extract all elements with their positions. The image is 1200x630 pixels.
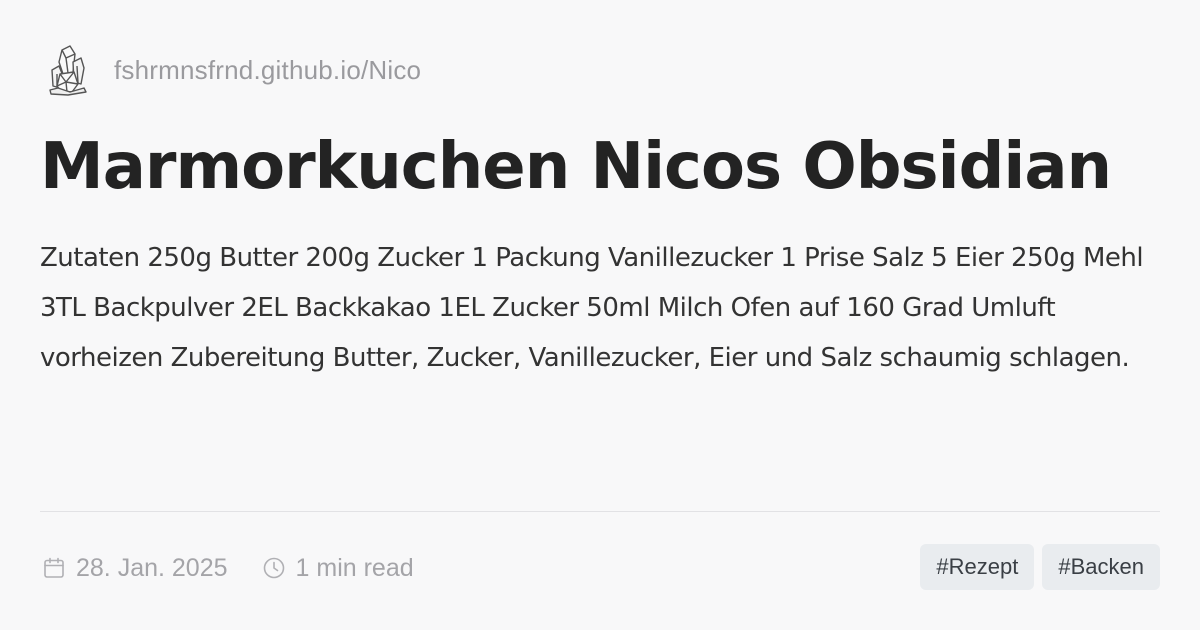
reading-time: 1 min read: [262, 554, 414, 583]
site-header: fshrmnsfrnd.github.io/Nico: [46, 42, 421, 98]
post-date: 28. Jan. 2025: [42, 554, 228, 583]
tag-rezept[interactable]: #Rezept: [920, 544, 1035, 590]
social-card: fshrmnsfrnd.github.io/Nico Marmorkuchen …: [0, 0, 1200, 630]
post-date-text: 28. Jan. 2025: [76, 553, 228, 582]
post-meta: 28. Jan. 2025 1 min read: [42, 546, 414, 590]
divider: [40, 511, 1160, 512]
crystal-logo-icon[interactable]: [46, 42, 90, 98]
clock-icon: [262, 556, 286, 580]
calendar-icon: [42, 556, 66, 580]
post-title: Marmorkuchen Nicos Obsidian: [40, 130, 1112, 204]
post-excerpt: Zutaten 250g Butter 200g Zucker 1 Packun…: [40, 243, 1144, 373]
tag-list: #Rezept #Backen: [920, 544, 1160, 590]
site-url[interactable]: fshrmnsfrnd.github.io/Nico: [114, 55, 421, 86]
reading-time-text: 1 min read: [295, 553, 414, 582]
tag-backen[interactable]: #Backen: [1042, 544, 1160, 590]
